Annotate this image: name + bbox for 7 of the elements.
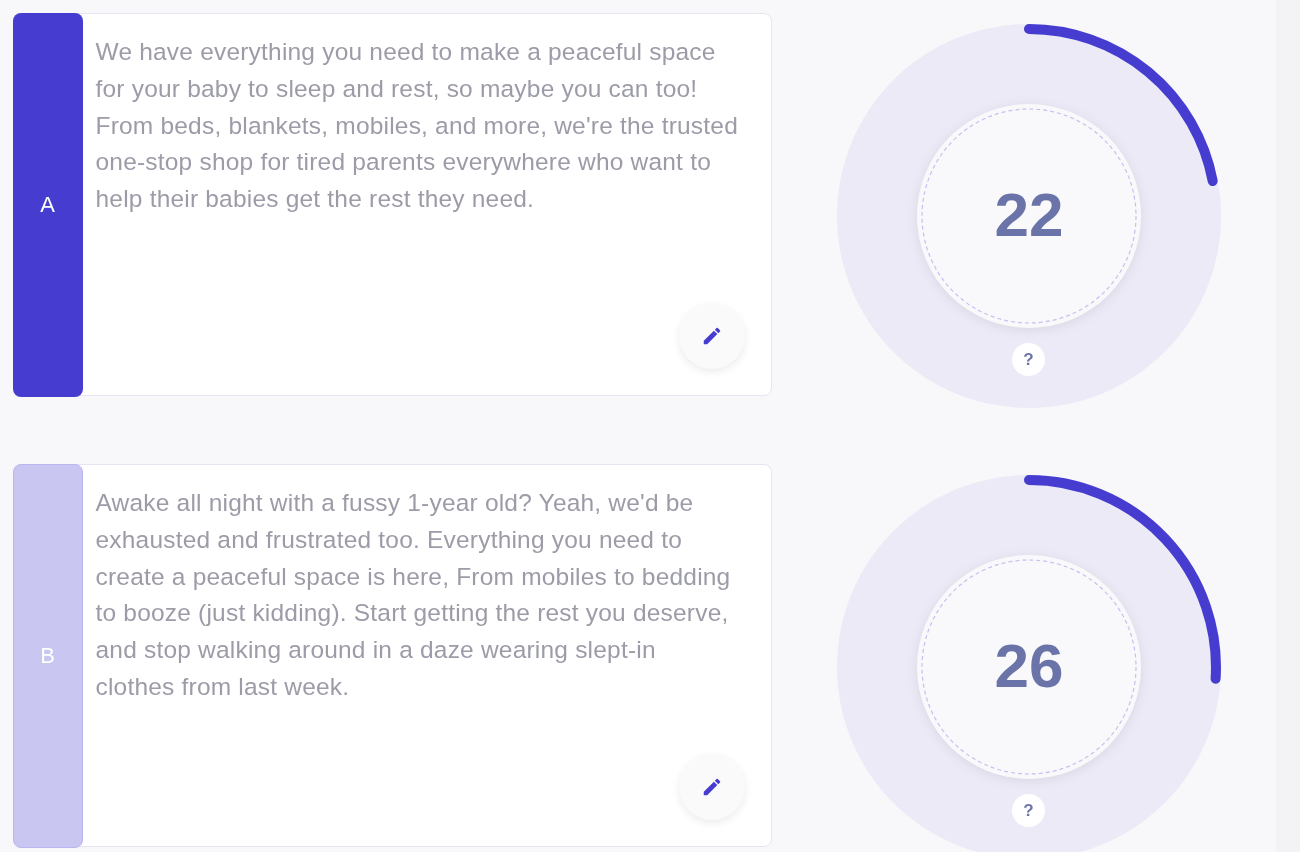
score-value: 22 [993,179,1065,250]
ad-copy: We have everything you need to make a peaceful space for your baby to sleep and rest, so maybe you can too! From beds, blankets, mobiles, and more, we're the trusted one-stop shop for tired parents everywhere who want to help their babies get the rest they need. [94,37,739,215]
ad-copy: Awake all night with a fussy 1-year old? Yeah, we'd be exhausted and frustrated too. Everything you need to create a peaceful space is here, From mobiles to bedding to booze (just kidding). Start getting the rest you deserve, and stop walking around in a daze wearing slept-in clothes from last week. [94,488,732,702]
score-value: 26 [993,630,1065,701]
variant-tab[interactable]: A [12,12,83,397]
pencil-icon [701,776,723,798]
pencil-icon [701,325,723,347]
